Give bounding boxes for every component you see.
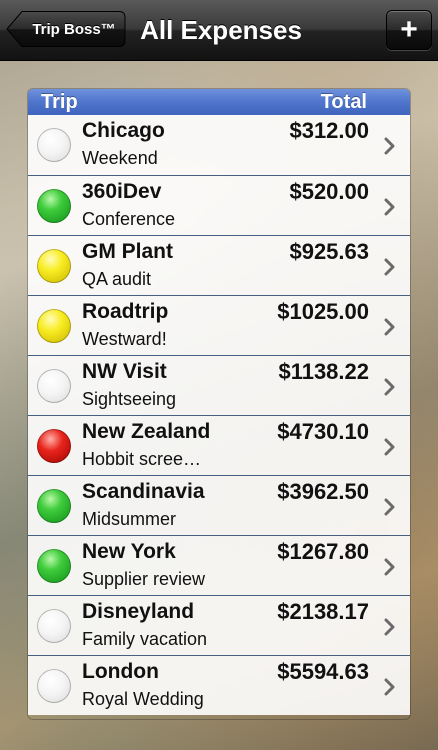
status-dot-icon bbox=[37, 429, 71, 463]
status-dot-icon bbox=[37, 249, 71, 283]
trip-total: $520.00 bbox=[289, 179, 369, 204]
table-row[interactable]: GM Plant QA audit $925.63 bbox=[28, 235, 410, 295]
table-header: Trip Total bbox=[28, 89, 410, 115]
add-trip-button[interactable]: + bbox=[386, 10, 432, 50]
navigation-bar: Trip Boss™ All Expenses + bbox=[0, 0, 438, 61]
trip-subtitle: QA audit bbox=[82, 269, 152, 289]
header-trip: Trip bbox=[41, 91, 78, 113]
chevron-right-icon bbox=[384, 198, 395, 216]
trip-total: $925.63 bbox=[289, 239, 369, 264]
status-dot-icon bbox=[37, 549, 71, 583]
trip-total: $1267.80 bbox=[277, 539, 369, 564]
trip-name: New Zealand bbox=[82, 420, 211, 443]
status-dot-icon bbox=[37, 669, 71, 703]
back-button-label: Trip Boss™ bbox=[32, 20, 116, 38]
chevron-right-icon bbox=[384, 137, 395, 155]
chevron-right-icon bbox=[384, 498, 395, 516]
table-row[interactable]: Disneyland Family vacation $2138.17 bbox=[28, 595, 410, 655]
trip-list: Chicago Weekend $312.00 360iDev Conference $5… bbox=[28, 115, 410, 715]
trip-name: 360iDev bbox=[82, 180, 162, 203]
trip-total: $1138.22 bbox=[278, 359, 369, 384]
status-dot-icon bbox=[37, 489, 71, 523]
trip-total: $312.00 bbox=[289, 118, 369, 143]
trip-subtitle: Family vacation bbox=[82, 629, 208, 649]
trip-name: GM Plant bbox=[82, 240, 174, 263]
back-button[interactable]: Trip Boss™ bbox=[6, 10, 126, 48]
trip-name: London bbox=[82, 660, 159, 683]
chevron-right-icon bbox=[384, 618, 395, 636]
trip-name: Disneyland bbox=[82, 600, 195, 623]
trip-subtitle: Sightseeing bbox=[82, 389, 177, 409]
table-row[interactable]: Chicago Weekend $312.00 bbox=[28, 115, 410, 175]
chevron-right-icon bbox=[384, 558, 395, 576]
trip-total: $3962.50 bbox=[277, 479, 369, 504]
status-dot-icon bbox=[37, 609, 71, 643]
status-dot-icon bbox=[37, 128, 71, 162]
header-total: Total bbox=[320, 91, 367, 113]
trip-name: New York bbox=[82, 540, 176, 563]
table-row[interactable]: 360iDev Conference $520.00 bbox=[28, 175, 410, 235]
table-row[interactable]: NW Visit Sightseeing $1138.22 bbox=[28, 355, 410, 415]
chevron-right-icon bbox=[384, 258, 395, 276]
chevron-right-icon bbox=[384, 678, 395, 696]
table-row[interactable]: London Royal Wedding $5594.63 bbox=[28, 655, 410, 715]
status-dot-icon bbox=[37, 309, 71, 343]
trip-name: Scandinavia bbox=[82, 480, 205, 503]
trip-subtitle: Hobbit scree… bbox=[82, 449, 202, 469]
table-row[interactable]: New York Supplier review $1267.80 bbox=[28, 535, 410, 595]
chevron-right-icon bbox=[384, 318, 395, 336]
trip-total: $5594.63 bbox=[277, 659, 369, 684]
trip-name: Roadtrip bbox=[82, 300, 169, 323]
trip-subtitle: Westward! bbox=[82, 329, 167, 349]
trip-total: $1025.00 bbox=[277, 299, 369, 324]
trip-total: $4730.10 bbox=[277, 419, 369, 444]
trip-subtitle: Supplier review bbox=[82, 569, 206, 589]
trip-name: Chicago bbox=[82, 119, 165, 142]
table-row[interactable]: Roadtrip Westward! $1025.00 bbox=[28, 295, 410, 355]
table-row[interactable]: Scandinavia Midsummer $3962.50 bbox=[28, 475, 410, 535]
table-row[interactable]: New Zealand Hobbit scree… $4730.10 bbox=[28, 415, 410, 475]
trip-subtitle: Royal Wedding bbox=[82, 689, 204, 709]
trip-name: NW Visit bbox=[82, 360, 167, 383]
page-title: All Expenses bbox=[140, 14, 302, 45]
status-dot-icon bbox=[37, 189, 71, 223]
trip-subtitle: Conference bbox=[82, 209, 176, 229]
chevron-right-icon bbox=[384, 378, 395, 396]
trip-subtitle: Midsummer bbox=[82, 509, 177, 529]
trip-total: $2138.17 bbox=[277, 599, 369, 624]
expenses-table: Trip Total Chicago Weekend $312.00 360iDev C… bbox=[28, 89, 410, 719]
status-dot-icon bbox=[37, 369, 71, 403]
trip-subtitle: Weekend bbox=[82, 148, 158, 168]
chevron-right-icon bbox=[384, 438, 395, 456]
